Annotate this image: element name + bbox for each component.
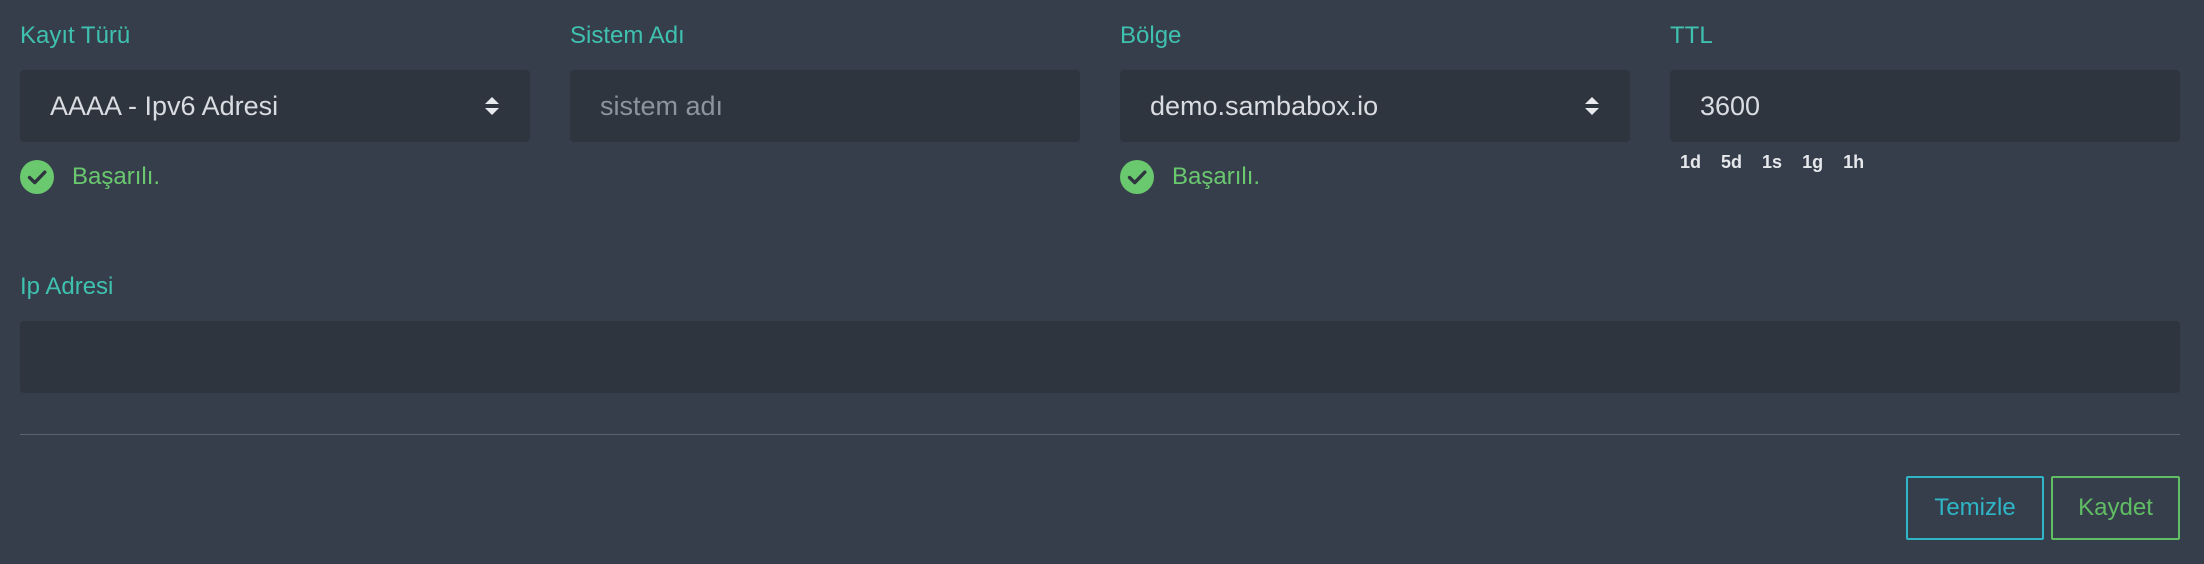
- check-circle-icon: [20, 160, 54, 194]
- ttl-presets: 1d 5d 1s 1g 1h: [1670, 150, 1874, 174]
- ttl-preset-1h[interactable]: 1h: [1833, 150, 1874, 174]
- ip-address-input[interactable]: [50, 321, 2180, 393]
- sort-arrows-icon: [1585, 97, 1599, 115]
- zone-label: Bölge: [1120, 22, 1182, 49]
- record-type-status-text: Başarılı.: [72, 163, 161, 190]
- ttl-preset-1d[interactable]: 1d: [1670, 150, 1711, 174]
- form-divider: [20, 434, 2180, 435]
- zone-select[interactable]: demo.sambabox.io: [1120, 70, 1630, 142]
- ttl-field[interactable]: 3600: [1670, 70, 2180, 142]
- system-name-field[interactable]: [570, 70, 1080, 142]
- zone-status-text: Başarılı.: [1172, 163, 1261, 190]
- ip-address-label: Ip Adresi: [20, 273, 114, 300]
- check-circle-icon: [1120, 160, 1154, 194]
- save-button[interactable]: Kaydet: [2051, 476, 2180, 540]
- system-name-input[interactable]: [600, 70, 1080, 142]
- clear-button[interactable]: Temizle: [1906, 476, 2044, 540]
- ttl-preset-1g[interactable]: 1g: [1792, 150, 1833, 174]
- ttl-preset-1s[interactable]: 1s: [1752, 150, 1792, 174]
- ttl-value[interactable]: 3600: [1700, 91, 1760, 122]
- record-type-value: AAAA - Ipv6 Adresi: [50, 90, 279, 121]
- ip-address-field[interactable]: [20, 321, 2180, 393]
- sort-arrows-icon: [485, 97, 499, 115]
- ttl-label: TTL: [1670, 22, 1713, 49]
- record-type-status: Başarılı.: [20, 160, 160, 194]
- record-type-select[interactable]: AAAA - Ipv6 Adresi: [20, 70, 530, 142]
- system-name-label: Sistem Adı: [570, 22, 685, 49]
- zone-value: demo.sambabox.io: [1150, 90, 1379, 121]
- zone-status: Başarılı.: [1120, 160, 1260, 194]
- record-type-label: Kayıt Türü: [20, 22, 131, 49]
- ttl-preset-5d[interactable]: 5d: [1711, 150, 1752, 174]
